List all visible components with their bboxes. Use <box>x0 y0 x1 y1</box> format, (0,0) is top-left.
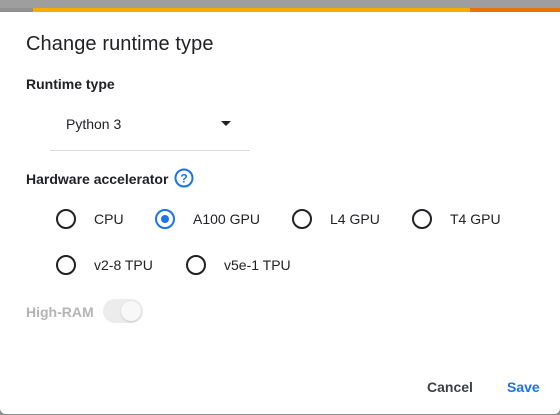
runtime-type-value: Python 3 <box>66 116 122 132</box>
dropdown-arrow-icon <box>221 121 231 126</box>
hardware-accelerator-label: Hardware accelerator <box>26 171 169 187</box>
radio-label-cpu: CPU <box>94 211 124 227</box>
radio-circle-selected[interactable] <box>155 209 175 229</box>
radio-v5e-1-tpu[interactable]: v5e-1 TPU <box>186 253 291 277</box>
radio-circle[interactable] <box>56 255 76 275</box>
background-top-strip <box>0 0 560 8</box>
radio-circle[interactable] <box>186 255 206 275</box>
dialog-title: Change runtime type <box>26 33 214 55</box>
radio-a100-gpu[interactable]: A100 GPU <box>155 207 260 231</box>
radio-label-v5e-1-tpu: v5e-1 TPU <box>224 257 291 273</box>
radio-circle[interactable] <box>292 209 312 229</box>
radio-label-a100-gpu: A100 GPU <box>193 211 260 227</box>
toggle-knob <box>121 301 141 321</box>
high-ram-label: High-RAM <box>26 304 94 320</box>
help-circle-icon[interactable]: ? <box>174 168 194 188</box>
radio-l4-gpu[interactable]: L4 GPU <box>292 207 380 231</box>
cancel-button[interactable]: Cancel <box>427 379 473 395</box>
radio-circle[interactable] <box>412 209 432 229</box>
radio-label-t4-gpu: T4 GPU <box>450 211 501 227</box>
radio-circle[interactable] <box>56 209 76 229</box>
radio-cpu[interactable]: CPU <box>56 207 124 231</box>
radio-t4-gpu[interactable]: T4 GPU <box>412 207 501 231</box>
runtime-type-label: Runtime type <box>26 76 115 92</box>
change-runtime-dialog: Change runtime type Runtime type Python … <box>0 12 560 414</box>
high-ram-toggle[interactable] <box>103 299 143 323</box>
radio-v2-8-tpu[interactable]: v2-8 TPU <box>56 253 153 277</box>
radio-label-v2-8-tpu: v2-8 TPU <box>94 257 153 273</box>
runtime-type-select[interactable]: Python 3 <box>50 108 250 151</box>
radio-label-l4-gpu: L4 GPU <box>330 211 380 227</box>
svg-text:?: ? <box>180 172 187 186</box>
save-button[interactable]: Save <box>507 379 540 395</box>
